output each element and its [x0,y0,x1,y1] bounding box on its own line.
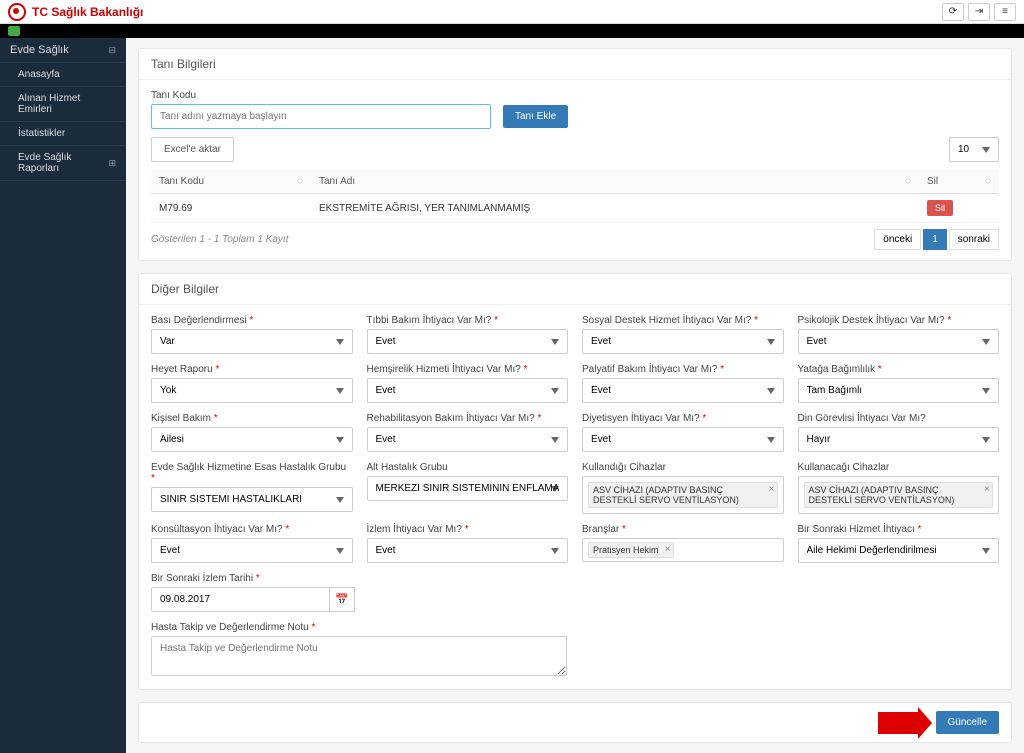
col-sil[interactable]: Sil◇ [919,170,999,194]
exit-button[interactable]: ⇥ [968,3,990,21]
lbl-esas: Evde Sağlık Hizmetine Esas Hastalık Grub… [151,462,353,484]
logo-icon [8,3,26,21]
lbl-izlem: İzlem İhtiyacı Var Mı? * [367,524,569,535]
lbl-hemsire: Hemşirelik Hizmeti İhtiyacı Var Mı? * [367,364,569,375]
lbl-palyatif: Palyatif Bakım İhtiyacı Var Mı? * [582,364,784,375]
sel-palyatif[interactable]: Evet [582,378,784,403]
user-indicator [8,26,20,36]
user-name-redacted [24,26,74,36]
taglist-kullandigi[interactable]: ASV CİHAZI (ADAPTIV BASINÇ DESTEKLİ SERV… [582,476,784,514]
collapse-icon: ⊟ [108,45,116,56]
taglist-kullanacagi[interactable]: ASV CİHAZI (ADAPTIV BASINÇ DESTEKLİ SERV… [798,476,1000,514]
lbl-psiko: Psikolojik Destek İhtiyacı Var Mı? * [798,315,1000,326]
sel-konsul[interactable]: Evet [151,538,353,563]
tag-remove-icon[interactable]: × [665,544,671,555]
lbl-not: Hasta Takip ve Değerlendirme Notu * [151,622,567,633]
sort-icon: ◇ [985,176,991,185]
sel-hemsire[interactable]: Evet [367,378,569,403]
lbl-brans: Branşlar * [582,524,784,535]
sel-basi[interactable]: Var [151,329,353,354]
col-tani-kodu[interactable]: Tanı Kodu◇ [151,170,311,194]
lbl-kisisel: Kişisel Bakım * [151,413,353,424]
sidebar: Evde Sağlık ⊟ Anasayfa Alınan Hizmet Emi… [0,38,126,753]
tag-remove-icon[interactable]: × [769,484,775,495]
lbl-sosyal: Sosyal Destek Hizmet İhtiyacı Var Mı? * [582,315,784,326]
tag-remove-icon[interactable]: × [984,484,990,495]
tani-search-input[interactable] [151,104,491,129]
sel-alt[interactable]: MERKEZİ SİNİR SİSTEMİNİN ENFLAMATUVAR HA… [367,476,569,501]
guncelle-button[interactable]: Güncelle [936,711,999,734]
sidebar-item-istatistikler[interactable]: İstatistikler [0,122,126,146]
prev-page-button[interactable]: önceki [874,229,921,250]
arrow-indicator [878,712,918,734]
cell-ad: EKSTREMİTE AĞRISI, YER TANIMLANMAMIŞ [311,194,919,223]
tani-ekle-button[interactable]: Tanı Ekle [503,105,568,128]
page-size-select[interactable]: 10 [949,137,999,162]
lbl-kullandigi: Kullandığı Cihazlar [582,462,784,473]
refresh-button[interactable]: ⟳ [942,3,964,21]
sidebar-item-anasayfa[interactable]: Anasayfa [0,63,126,87]
col-tani-adi[interactable]: Tanı Adı◇ [311,170,919,194]
tag-item: Pratisyen Hekim× [588,542,674,558]
input-sonraki-tarih[interactable] [151,587,330,612]
sidebar-item-label: Anasayfa [18,69,60,80]
next-page-button[interactable]: sonraki [949,229,999,250]
sel-diyet[interactable]: Evet [582,427,784,452]
calendar-icon: 📅 [335,594,349,606]
lbl-sonraki-hizmet: Bir Sonraki Hizmet İhtiyacı * [798,524,1000,535]
sel-psiko[interactable]: Evet [798,329,1000,354]
sidebar-item-label: Evde Sağlık [10,44,69,56]
panel-title-tani: Tanı Bilgileri [139,49,1011,80]
lbl-sonraki-tarih: Bir Sonraki İzlem Tarihi * [151,573,355,584]
sel-din[interactable]: Hayır [798,427,1000,452]
sidebar-item-label: Evde Sağlık Raporları [18,152,108,174]
lbl-heyet: Heyet Raporu * [151,364,353,375]
table-info: Gösterilen 1 - 1 Toplam 1 Kayıt [151,234,288,245]
table-row: M79.69 EKSTREMİTE AĞRISI, YER TANIMLANMA… [151,194,999,223]
lbl-tibbi: Tıbbi Bakım İhtiyacı Var Mı? * [367,315,569,326]
lbl-kullanacagi: Kullanacağı Cihazlar [798,462,1000,473]
page-1-button[interactable]: 1 [923,229,947,250]
lbl-rehab: Rehabilitasyon Bakım İhtiyacı Var Mı? * [367,413,569,424]
sel-sosyal[interactable]: Evet [582,329,784,354]
lbl-basi: Bası Değerlendirmesi * [151,315,353,326]
sel-sonraki-hizmet[interactable]: Aile Hekimi Değerlendirilmesi [798,538,1000,563]
sidebar-item-raporlar[interactable]: Evde Sağlık Raporları ⊞ [0,146,126,181]
lbl-alt: Alt Hastalık Grubu [367,462,569,473]
tag-item: ASV CİHAZI (ADAPTIV BASINÇ DESTEKLİ SERV… [804,482,994,508]
calendar-button[interactable]: 📅 [330,587,354,612]
excel-export-button[interactable]: Excel'e aktar [151,137,234,162]
textarea-not[interactable] [151,636,567,676]
expand-icon: ⊞ [108,158,116,169]
lbl-din: Din Görevlisi İhtiyacı Var Mı? [798,413,1000,424]
sel-rehab[interactable]: Evet [367,427,569,452]
sel-heyet[interactable]: Yok [151,378,353,403]
sort-icon: ◇ [297,176,303,185]
sel-esas[interactable]: SİNİR SİSTEMİ HASTALIKLARI [151,487,353,512]
menu-button[interactable]: ≡ [994,3,1016,21]
sel-tibbi[interactable]: Evet [367,329,569,354]
sel-kisisel[interactable]: Ailesi [151,427,353,452]
tani-kodu-label: Tanı Kodu [151,90,999,101]
lbl-konsul: Konsültasyon İhtiyacı Var Mı? * [151,524,353,535]
app-title: TC Sağlık Bakanlığı [32,5,143,19]
delete-button[interactable]: Sil [927,200,953,216]
sel-yataga[interactable]: Tam Bağımlı [798,378,1000,403]
cell-kod: M79.69 [151,194,311,223]
sidebar-item-evde-saglik[interactable]: Evde Sağlık ⊟ [0,38,126,63]
sel-izlem[interactable]: Evet [367,538,569,563]
lbl-diyet: Diyetisyen İhtiyacı Var Mı? * [582,413,784,424]
lbl-yataga: Yatağa Bağımlılık * [798,364,1000,375]
tag-item: ASV CİHAZI (ADAPTIV BASINÇ DESTEKLİ SERV… [588,482,778,508]
sidebar-item-label: İstatistikler [18,128,65,139]
panel-title-diger: Diğer Bilgiler [139,274,1011,305]
sidebar-item-hizmet-emirleri[interactable]: Alınan Hizmet Emirleri [0,87,126,122]
sidebar-item-label: Alınan Hizmet Emirleri [18,93,116,115]
taglist-brans[interactable]: Pratisyen Hekim× [582,538,784,562]
sort-icon: ◇ [905,176,911,185]
